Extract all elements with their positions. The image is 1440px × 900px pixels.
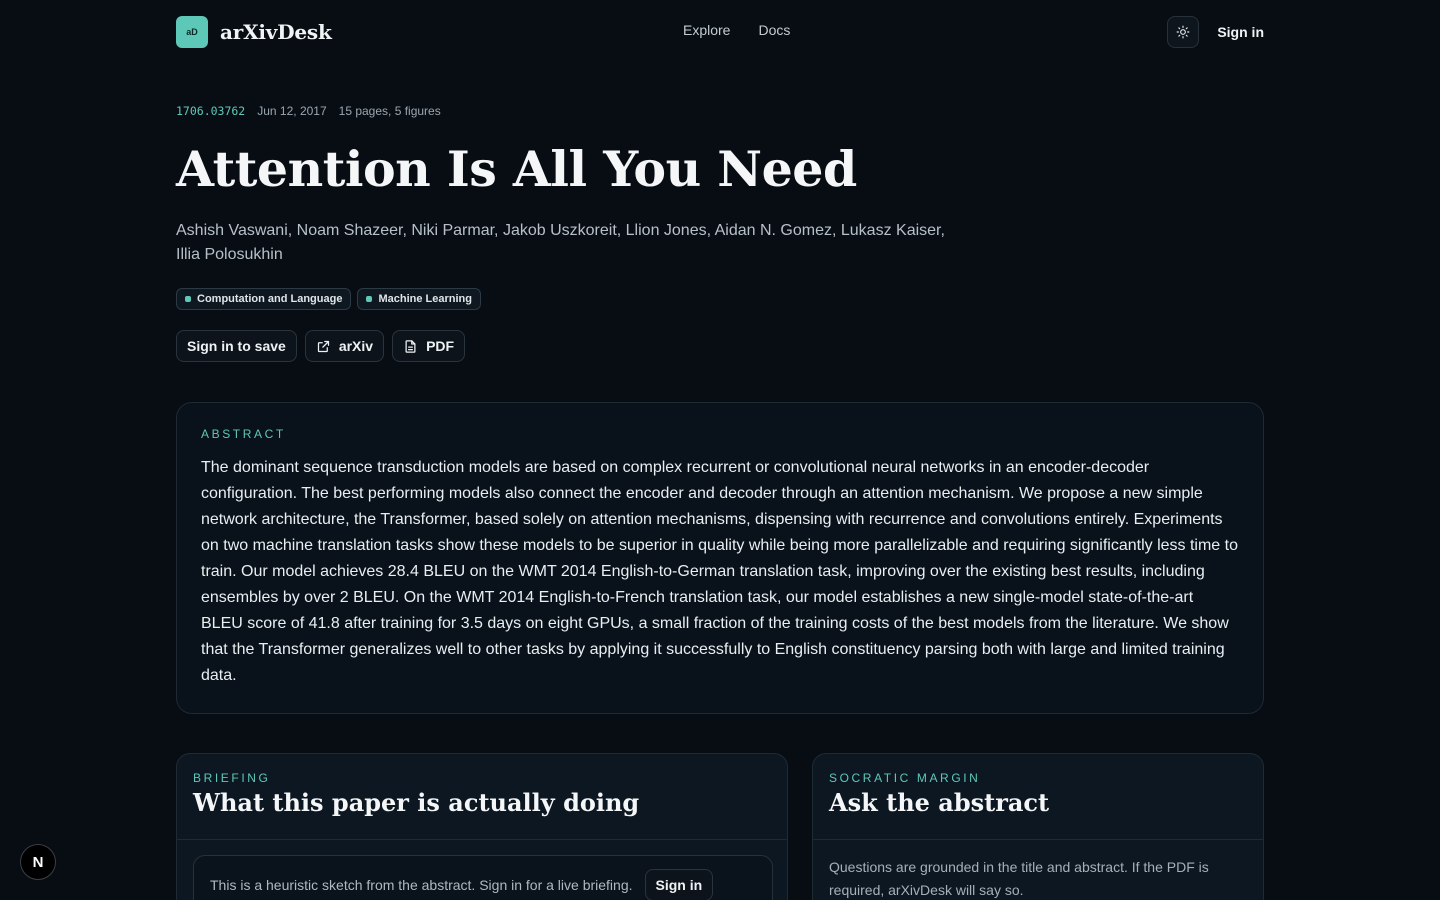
socratic-card: SOCRATIC MARGIN Ask the abstract Questio…: [812, 753, 1264, 900]
tag-dot-icon: [366, 296, 373, 302]
external-link-icon: [317, 340, 329, 352]
briefing-title: What this paper is actually doing: [193, 788, 640, 817]
pdf-label: PDF: [426, 338, 455, 354]
brand-name: arXivDesk: [220, 20, 332, 44]
tag-label: Computation and Language: [197, 293, 343, 305]
socratic-header: SOCRATIC MARGIN Ask the abstract: [813, 754, 1263, 840]
main-nav: Explore Docs: [683, 22, 790, 38]
abstract-label: ABSTRACT: [201, 427, 286, 441]
tag-label: Machine Learning: [378, 293, 472, 305]
tag-dot-icon: [185, 296, 191, 302]
briefing-header: BRIEFING What this paper is actually doi…: [177, 754, 787, 840]
arxiv-id: 1706.03762: [176, 104, 246, 118]
publish-date: Jun 12, 2017: [257, 104, 327, 118]
briefing-notice: This is a heuristic sketch from the abst…: [193, 855, 773, 900]
pdf-button[interactable]: PDF: [392, 330, 466, 362]
paper-meta: 1706.03762 Jun 12, 2017 15 pages, 5 figu…: [176, 104, 441, 118]
header-tools: Sign in: [1167, 16, 1264, 48]
dev-tools-badge[interactable]: N: [20, 844, 56, 880]
briefing-notice-text: This is a heuristic sketch from the abst…: [210, 877, 633, 893]
brand-logo: aD: [176, 16, 208, 48]
category-tags: Computation and Language Machine Learnin…: [176, 288, 481, 310]
briefing-label: BRIEFING: [193, 771, 271, 785]
file-icon: [405, 339, 416, 353]
arxiv-link-button[interactable]: arXiv: [304, 330, 385, 362]
briefing-sign-in-button[interactable]: Sign in: [644, 869, 714, 900]
nav-explore[interactable]: Explore: [683, 22, 730, 38]
nav-docs[interactable]: Docs: [758, 22, 790, 38]
briefing-card: BRIEFING What this paper is actually doi…: [176, 753, 788, 900]
sign-in-to-save-button[interactable]: Sign in to save: [176, 330, 297, 362]
paper-title: Attention Is All You Need: [176, 140, 857, 198]
top-nav: aD arXivDesk Sign in Explore Docs: [176, 16, 1264, 48]
theme-toggle-button[interactable]: [1167, 16, 1200, 48]
category-tag[interactable]: Computation and Language: [176, 288, 352, 310]
save-label: Sign in to save: [187, 338, 286, 354]
paper-authors: Ashish Vaswani, Noam Shazeer, Niki Parma…: [176, 222, 945, 263]
paper-actions: Sign in to save arXiv PDF: [176, 330, 466, 362]
page-count: 15 pages, 5 figures: [338, 104, 441, 118]
briefing-sign-in-label: Sign in: [655, 877, 703, 893]
sun-icon: [1176, 25, 1190, 39]
abstract-text: The dominant sequence transduction model…: [201, 459, 1238, 684]
header-sign-in-link[interactable]: Sign in: [1217, 24, 1264, 40]
arxiv-label: arXiv: [338, 338, 374, 354]
category-tag[interactable]: Machine Learning: [357, 288, 481, 310]
socratic-label: SOCRATIC MARGIN: [829, 771, 981, 785]
abstract-card: ABSTRACT The dominant sequence transduct…: [176, 402, 1264, 714]
socratic-text: Questions are grounded in the title and …: [829, 859, 1209, 898]
socratic-title: Ask the abstract: [829, 788, 1050, 817]
brand-link[interactable]: aD arXivDesk: [176, 16, 332, 48]
